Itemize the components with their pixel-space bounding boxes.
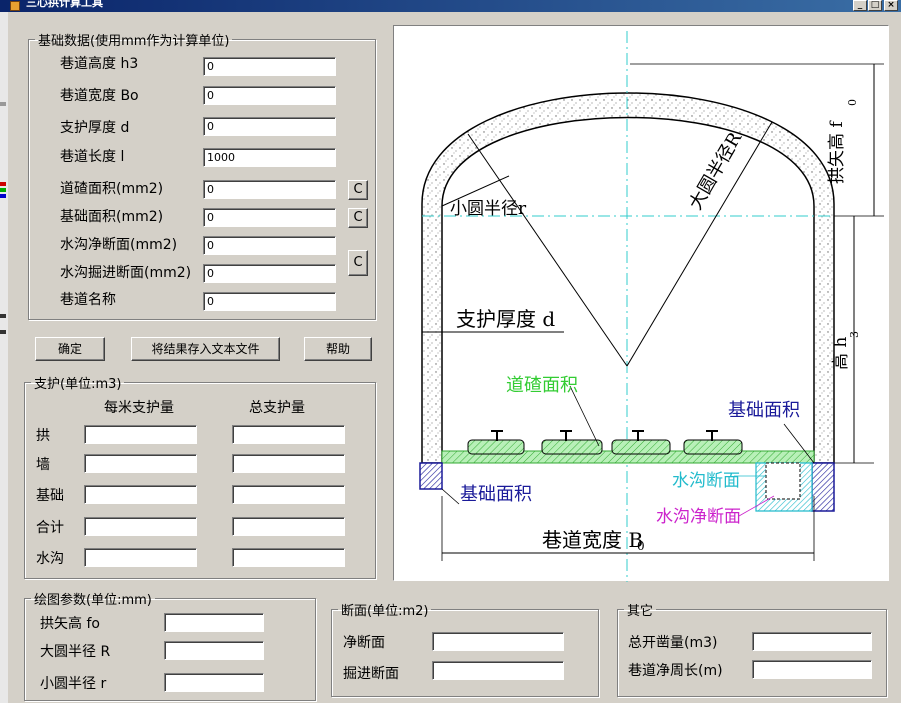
arch-per-meter-field[interactable] bbox=[84, 425, 197, 444]
title-bar: 三心拱计算工具 _ □ × bbox=[0, 0, 901, 12]
wall-per-meter-field[interactable] bbox=[84, 454, 197, 473]
foundation-per-meter-field[interactable] bbox=[84, 485, 197, 504]
ditch-text: 水沟断面 bbox=[672, 471, 740, 491]
thickness-input[interactable]: 0 bbox=[203, 117, 336, 136]
arch-height-field[interactable] bbox=[164, 613, 264, 632]
foundation-label: 基础 bbox=[36, 488, 64, 504]
length-label: 巷道长度 l bbox=[60, 149, 125, 165]
strip-mark bbox=[0, 188, 6, 192]
thickness-label: 支护厚度 d bbox=[60, 120, 130, 136]
foundation-left-text: 基础面积 bbox=[460, 484, 532, 505]
ditch-total-field[interactable] bbox=[232, 548, 345, 567]
net-perimeter-field[interactable] bbox=[752, 660, 872, 679]
net-section-field[interactable] bbox=[432, 632, 564, 651]
strip-mark bbox=[0, 102, 6, 106]
arch-height-text: 拱矢高 f bbox=[827, 120, 847, 184]
arch-height-label: 拱矢高 fo bbox=[40, 616, 100, 632]
ditch-per-meter-field[interactable] bbox=[84, 548, 197, 567]
foundation-area-input[interactable]: 0 bbox=[203, 208, 336, 227]
small-radius-text: 小圆半径r bbox=[450, 199, 527, 219]
support-legend: 支护(单位:m3) bbox=[34, 377, 122, 392]
ditch-net-input[interactable]: 0 bbox=[203, 236, 336, 255]
strip-mark bbox=[0, 194, 6, 198]
radius-line-right bbox=[626, 121, 773, 367]
app-icon bbox=[10, 1, 20, 11]
large-radius-label: 大圆半径 R bbox=[40, 644, 111, 660]
ballast-text: 道碴面积 bbox=[506, 375, 578, 396]
arch-height-sub: 0 bbox=[846, 99, 859, 106]
strip-mark bbox=[0, 314, 6, 318]
strip-mark bbox=[0, 330, 6, 334]
maximize-icon[interactable]: □ bbox=[868, 0, 882, 11]
wall-height-text: 高 h bbox=[831, 337, 851, 370]
dig-section-label: 掘进断面 bbox=[343, 666, 399, 682]
other-legend: 其它 bbox=[627, 604, 654, 619]
height-label: 巷道高度 h3 bbox=[60, 56, 139, 72]
large-radius-field[interactable] bbox=[164, 641, 264, 660]
tunnel-diagram-svg: 小圆半径r 大圆半径R 拱矢高 f 0 支护厚度 d 高 h 3 道碴面积 基础… bbox=[419, 31, 884, 582]
help-button[interactable]: 帮助 bbox=[304, 337, 372, 361]
ditch-net-label: 水沟净断面(mm2) bbox=[60, 237, 178, 253]
ballast-area-label: 道碴面积(mm2) bbox=[60, 181, 164, 197]
foundation-left bbox=[419, 462, 443, 490]
wall-height-sub: 3 bbox=[848, 331, 861, 338]
strip-mark bbox=[0, 182, 6, 186]
tunnel-diagram: 小圆半径r 大圆半径R 拱矢高 f 0 支护厚度 d 高 h 3 道碴面积 基础… bbox=[393, 25, 889, 582]
foundation-calc-button[interactable]: C bbox=[348, 208, 368, 228]
tunnel-name-input[interactable]: 0 bbox=[203, 292, 336, 311]
arch-label: 拱 bbox=[36, 428, 50, 444]
foundation-total-field[interactable] bbox=[232, 485, 345, 504]
length-input[interactable]: 1000 bbox=[203, 148, 336, 167]
dig-section-field[interactable] bbox=[432, 661, 564, 680]
wall-label: 墙 bbox=[36, 457, 50, 473]
width-label: 巷道宽度 Bo bbox=[60, 88, 139, 104]
net-section-label: 净断面 bbox=[343, 635, 385, 651]
sum-label: 合计 bbox=[36, 520, 64, 536]
ditch-calc-button[interactable]: C bbox=[348, 250, 368, 276]
window-title: 三心拱计算工具 bbox=[26, 0, 103, 9]
arch-total-field[interactable] bbox=[232, 425, 345, 444]
foundation-right bbox=[811, 462, 835, 512]
width-input[interactable]: 0 bbox=[203, 86, 336, 105]
ok-button[interactable]: 确定 bbox=[35, 337, 105, 361]
ballast-area-input[interactable]: 0 bbox=[203, 180, 336, 199]
drawing-params-legend: 绘图参数(单位:mm) bbox=[34, 593, 152, 608]
total-excavation-field[interactable] bbox=[752, 632, 872, 651]
small-radius-label: 小圆半径 r bbox=[40, 676, 107, 692]
foundation-area-label: 基础面积(mm2) bbox=[60, 209, 164, 225]
small-radius-field[interactable] bbox=[164, 673, 264, 692]
thickness-text: 支护厚度 d bbox=[456, 307, 555, 331]
wall-total-field[interactable] bbox=[232, 454, 345, 473]
rails bbox=[491, 430, 718, 441]
background-window-strip bbox=[0, 12, 8, 703]
basic-data-legend: 基础数据(使用mm作为计算单位) bbox=[38, 34, 230, 49]
sum-per-meter-field[interactable] bbox=[84, 517, 197, 536]
width-text: 巷道宽度 B bbox=[542, 528, 643, 552]
close-icon[interactable]: × bbox=[884, 0, 898, 11]
ditch-inner bbox=[765, 462, 801, 500]
large-radius-text: 大圆半径R bbox=[685, 129, 746, 214]
height-input[interactable]: 0 bbox=[203, 57, 336, 76]
ditch-dig-label: 水沟掘进断面(mm2) bbox=[60, 265, 192, 281]
section-legend: 断面(单位:m2) bbox=[341, 604, 429, 619]
foundation-left-leader bbox=[441, 488, 460, 505]
sum-total-field[interactable] bbox=[232, 517, 345, 536]
ditch-dig-input[interactable]: 0 bbox=[203, 264, 336, 283]
ballast-calc-button[interactable]: C bbox=[348, 180, 368, 200]
radius-line-left bbox=[467, 133, 628, 367]
minimize-icon[interactable]: _ bbox=[853, 0, 867, 11]
total-header: 总支护量 bbox=[249, 400, 305, 416]
ditch-net-text: 水沟净断面 bbox=[656, 507, 741, 527]
foundation-right-text: 基础面积 bbox=[728, 400, 800, 421]
net-perimeter-label: 巷道净周长(m) bbox=[628, 663, 723, 679]
ditch-label: 水沟 bbox=[36, 551, 64, 567]
tunnel-name-label: 巷道名称 bbox=[60, 292, 116, 308]
total-excavation-label: 总开凿量(m3) bbox=[628, 635, 718, 651]
per-meter-header: 每米支护量 bbox=[104, 400, 174, 416]
save-to-file-button[interactable]: 将结果存入文本文件 bbox=[131, 337, 280, 361]
width-sub: 0 bbox=[637, 539, 645, 553]
